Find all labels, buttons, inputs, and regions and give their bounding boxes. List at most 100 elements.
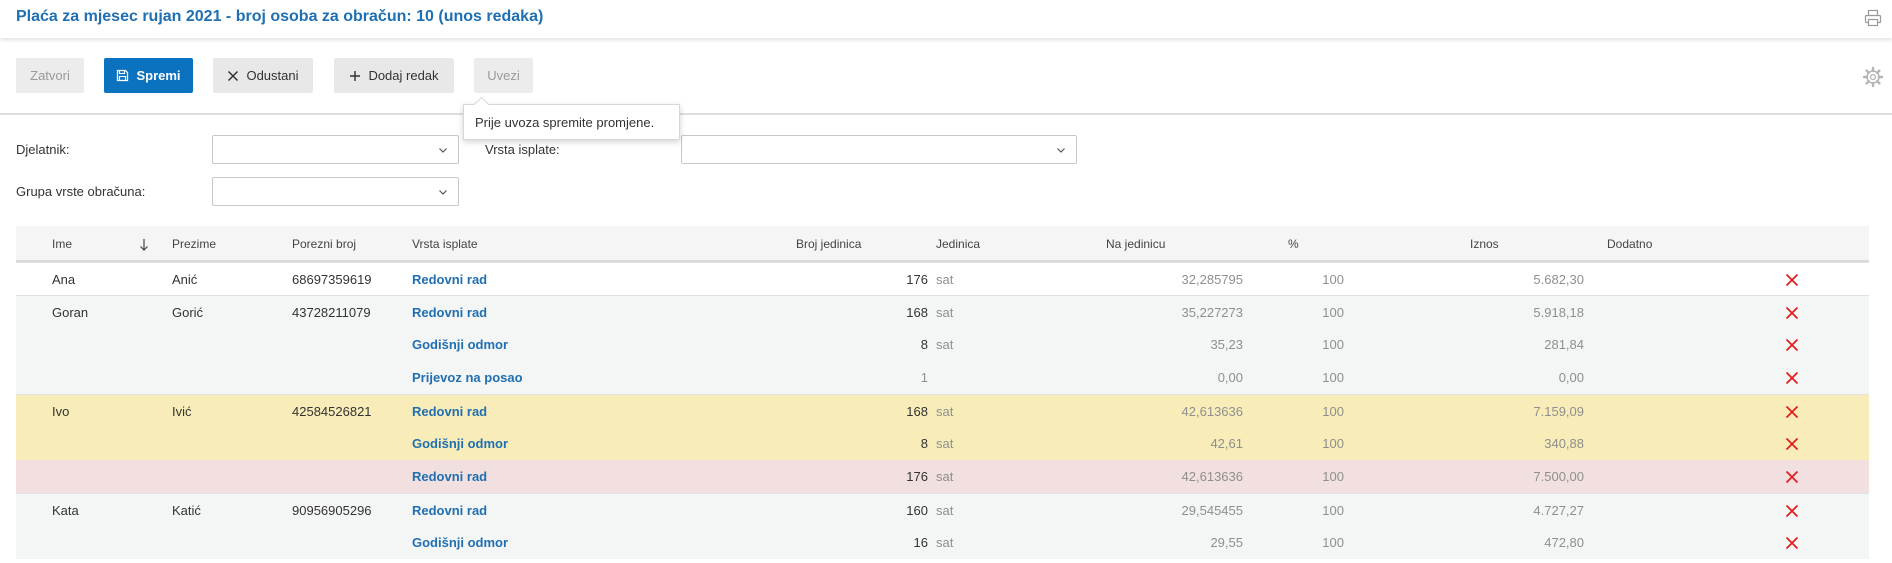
delete-row-icon[interactable] — [1785, 536, 1799, 550]
chevron-down-icon — [439, 190, 447, 195]
column-header-first-name[interactable]: Ime — [52, 237, 72, 251]
column-header-amount[interactable]: Iznos — [1470, 237, 1584, 251]
cell-per-unit: 35,23 — [1210, 337, 1243, 352]
cell-payment-type-link[interactable]: Godišnji odmor — [412, 436, 508, 451]
employee-filter-label: Djelatnik: — [16, 142, 70, 157]
cell-tax-number: 42584526821 — [292, 404, 372, 419]
cell-unit: sat — [936, 535, 954, 550]
column-header-percent[interactable]: % — [1288, 237, 1344, 251]
delete-row-icon[interactable] — [1785, 504, 1799, 518]
cell-amount: 340,88 — [1544, 436, 1584, 451]
page-title: Plaća za mjesec rujan 2021 - broj osoba … — [16, 8, 544, 25]
cell-percent: 100 — [1322, 535, 1344, 550]
cell-tax-number: 68697359619 — [292, 272, 372, 287]
table-row[interactable]: Redovni rad 176 sat 42,613636 100 7.500,… — [16, 460, 1869, 493]
cell-first-name: Ivo — [52, 404, 70, 419]
column-header-per-unit[interactable]: Na jedinicu — [1106, 237, 1243, 251]
add-row-button-label: Dodaj redak — [368, 68, 439, 83]
cell-units: 176 — [906, 272, 928, 287]
cell-percent: 100 — [1322, 370, 1344, 385]
cell-units: 168 — [906, 404, 928, 419]
grid-header: Ime Prezime Porezni broj Vrsta isplate B… — [16, 226, 1869, 262]
cell-last-name: Gorić — [172, 305, 204, 320]
table-row[interactable]: Kata Katić 90956905296 Redovni rad 160 s… — [16, 493, 1869, 526]
cell-amount: 5.918,18 — [1533, 305, 1584, 320]
table-row[interactable]: Godišnji odmor 8 sat 35,23 100 281,84 — [16, 328, 1869, 361]
cell-unit: sat — [936, 272, 954, 287]
import-button[interactable]: Uvezi — [474, 58, 533, 93]
cell-units: 160 — [906, 503, 928, 518]
save-icon — [117, 69, 129, 82]
column-header-payment-type[interactable]: Vrsta isplate — [412, 237, 478, 251]
cell-payment-type-link[interactable]: Godišnji odmor — [412, 535, 508, 550]
delete-row-icon[interactable] — [1785, 371, 1799, 385]
cell-payment-type-link[interactable]: Redovni rad — [412, 503, 487, 518]
cell-first-name: Kata — [52, 503, 79, 518]
cell-first-name: Ana — [52, 272, 76, 287]
table-row[interactable]: Ivo Ivić 42584526821 Redovni rad 168 sat… — [16, 394, 1869, 427]
calc-group-select[interactable] — [212, 177, 459, 206]
cell-amount: 0,00 — [1558, 370, 1584, 385]
title-bar: Plaća za mjesec rujan 2021 - broj osoba … — [0, 0, 1892, 38]
chevron-down-icon — [1057, 148, 1065, 153]
column-header-last-name[interactable]: Prezime — [172, 237, 216, 251]
delete-row-icon[interactable] — [1785, 405, 1799, 419]
table-row[interactable]: Godišnji odmor 8 sat 42,61 100 340,88 — [16, 427, 1869, 460]
column-header-units[interactable]: Broj jedinica — [796, 237, 928, 251]
cell-per-unit: 42,613636 — [1181, 469, 1243, 484]
employee-select[interactable] — [212, 135, 459, 164]
cell-units: 16 — [913, 535, 928, 550]
chevron-down-icon — [439, 148, 447, 153]
cell-last-name: Anić — [172, 272, 198, 287]
cell-amount: 472,80 — [1544, 535, 1584, 550]
payroll-grid: Ime Prezime Porezni broj Vrsta isplate B… — [16, 226, 1869, 563]
cell-payment-type-link[interactable]: Redovni rad — [412, 404, 487, 419]
delete-row-icon[interactable] — [1785, 470, 1799, 484]
table-row[interactable]: Goran Gorić 43728211079 Redovni rad 168 … — [16, 295, 1869, 328]
cell-payment-type-link[interactable]: Redovni rad — [412, 272, 487, 287]
cell-amount: 5.682,30 — [1533, 272, 1584, 287]
cell-tax-number: 90956905296 — [292, 503, 372, 518]
cell-unit: sat — [936, 305, 954, 320]
payment-type-select[interactable] — [681, 135, 1077, 164]
printer-icon[interactable] — [1864, 9, 1882, 27]
close-button[interactable]: Zatvori — [16, 58, 84, 93]
column-header-tax-number[interactable]: Porezni broj — [292, 237, 356, 251]
delete-row-icon[interactable] — [1785, 338, 1799, 352]
cancel-button-label: Odustani — [246, 68, 299, 83]
cell-amount: 4.727,27 — [1533, 503, 1584, 518]
cell-unit: sat — [936, 404, 954, 419]
cell-units: 176 — [906, 469, 928, 484]
sort-descending-icon[interactable] — [139, 238, 149, 252]
cell-first-name: Goran — [52, 305, 89, 320]
import-tooltip: Prije uvoza spremite promjene. — [463, 104, 680, 140]
cell-payment-type-link[interactable]: Redovni rad — [412, 305, 487, 320]
cell-per-unit: 42,613636 — [1181, 404, 1243, 419]
cell-percent: 100 — [1322, 436, 1344, 451]
payment-type-filter-label: Vrsta isplate: — [485, 142, 560, 157]
cell-payment-type-link[interactable]: Redovni rad — [412, 469, 487, 484]
cell-per-unit: 42,61 — [1210, 436, 1243, 451]
delete-row-icon[interactable] — [1785, 306, 1799, 320]
cell-per-unit: 35,227273 — [1181, 305, 1243, 320]
add-row-button[interactable]: Dodaj redak — [334, 58, 454, 93]
delete-row-icon[interactable] — [1785, 437, 1799, 451]
cell-percent: 100 — [1322, 272, 1344, 287]
save-button-label: Spremi — [136, 68, 181, 83]
column-header-extra[interactable]: Dodatno — [1607, 237, 1652, 251]
gear-icon[interactable] — [1862, 66, 1884, 88]
cell-units: 1 — [920, 370, 928, 385]
table-row[interactable]: Ana Anić 68697359619 Redovni rad 176 sat… — [16, 262, 1869, 295]
cell-units: 8 — [920, 436, 928, 451]
delete-row-icon[interactable] — [1785, 273, 1799, 287]
cell-amount: 7.500,00 — [1533, 469, 1584, 484]
cell-per-unit: 29,55 — [1210, 535, 1243, 550]
table-row[interactable]: Godišnji odmor 16 sat 29,55 100 472,80 — [16, 526, 1869, 559]
table-row[interactable]: Prijevoz na posao 1 0,00 100 0,00 — [16, 361, 1869, 394]
cancel-button[interactable]: Odustani — [213, 58, 313, 93]
column-header-unit[interactable]: Jedinica — [936, 237, 980, 251]
save-button[interactable]: Spremi — [104, 58, 193, 93]
cell-payment-type-link[interactable]: Godišnji odmor — [412, 337, 508, 352]
cell-payment-type-link[interactable]: Prijevoz na posao — [412, 370, 523, 385]
import-tooltip-text: Prije uvoza spremite promjene. — [475, 114, 655, 130]
